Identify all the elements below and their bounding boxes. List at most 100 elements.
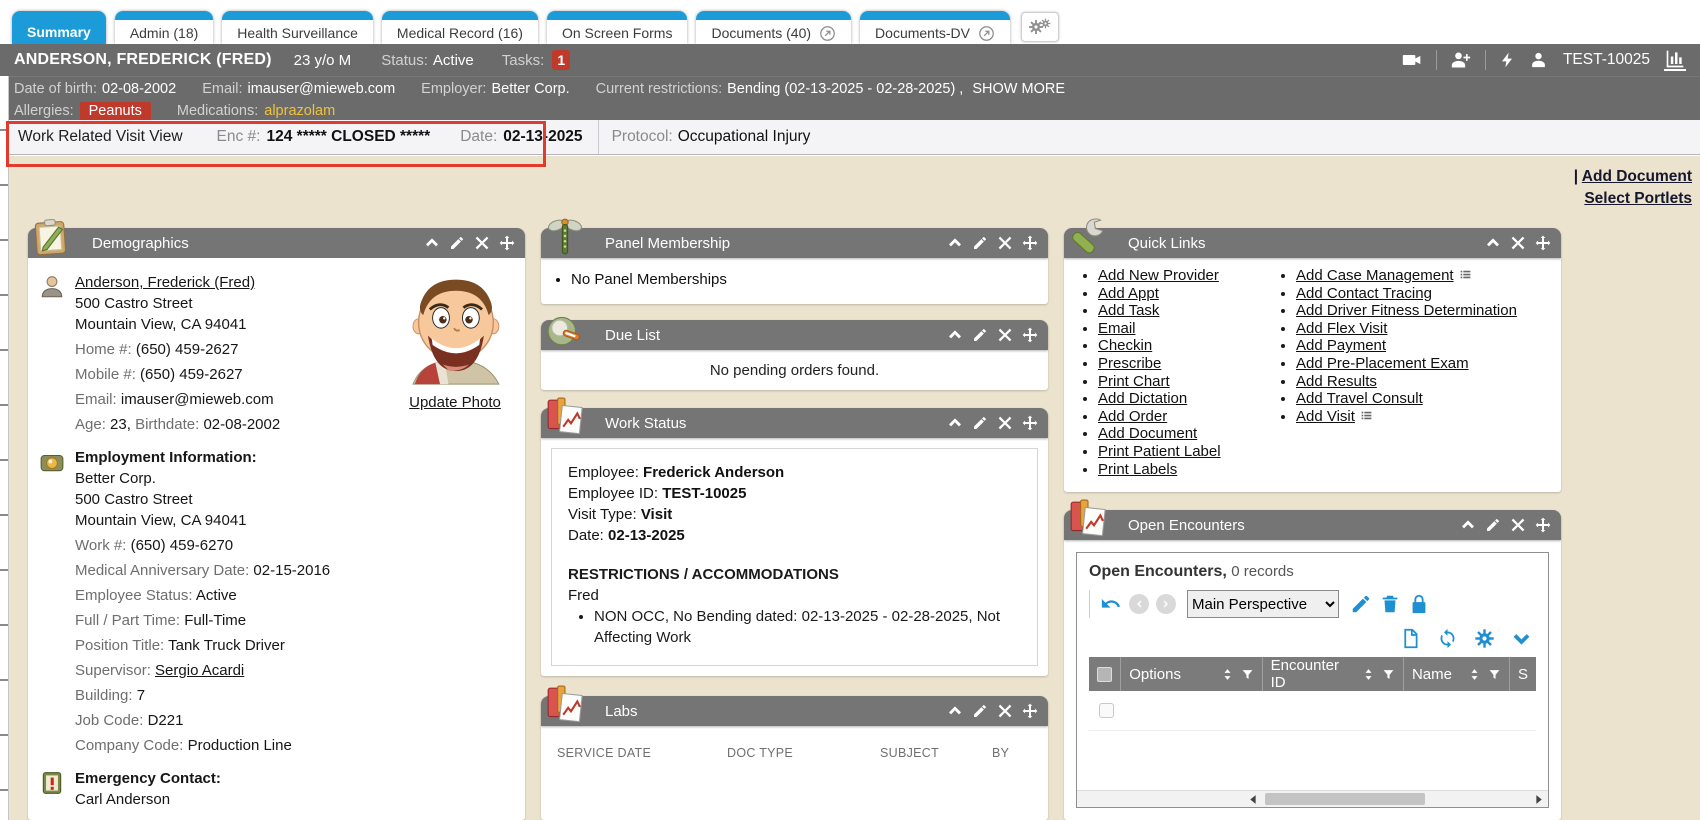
edit-pencil-icon[interactable] xyxy=(972,235,988,251)
add-appt-link[interactable]: Add Appt xyxy=(1098,285,1159,302)
undo-icon[interactable] xyxy=(1100,593,1122,615)
move-icon[interactable] xyxy=(499,235,515,251)
edit-pencil-icon[interactable] xyxy=(1485,517,1501,533)
add-contact-tracing-link[interactable]: Add Contact Tracing xyxy=(1296,285,1432,302)
close-icon[interactable] xyxy=(1510,235,1526,251)
close-icon[interactable] xyxy=(997,327,1013,343)
edit-pencil-icon[interactable] xyxy=(972,415,988,431)
labs-col-service-date[interactable]: SERVICE DATE xyxy=(557,746,727,760)
add-document-link[interactable]: Add Document xyxy=(1582,168,1692,185)
allergy-badge[interactable]: Peanuts xyxy=(80,102,151,121)
labs-col-subject[interactable]: SUBJECT xyxy=(880,746,992,760)
tab-summary[interactable]: Summary xyxy=(12,11,106,44)
edit-pencil-icon[interactable] xyxy=(972,327,988,343)
chevron-down-icon[interactable] xyxy=(1511,628,1532,649)
next-perspective-button[interactable] xyxy=(1156,594,1176,614)
demographics-header[interactable]: Demographics xyxy=(28,228,525,258)
tab-medical-record[interactable]: Medical Record (16) xyxy=(382,11,538,44)
work-status-header[interactable]: Work Status xyxy=(541,408,1048,438)
list-icon[interactable] xyxy=(1458,268,1473,281)
patient-name-link[interactable]: Anderson, Frederick (Fred) xyxy=(75,274,255,291)
panel-membership-header[interactable]: Panel Membership xyxy=(541,228,1048,258)
close-icon[interactable] xyxy=(1510,517,1526,533)
collapse-chevron-icon[interactable] xyxy=(947,327,963,343)
video-camera-icon[interactable] xyxy=(1402,50,1422,70)
select-portlets-link[interactable]: Select Portlets xyxy=(1584,190,1692,207)
tab-health-surveillance[interactable]: Health Surveillance xyxy=(222,11,373,44)
add-pre-placement-exam-link[interactable]: Add Pre-Placement Exam xyxy=(1296,355,1469,372)
close-icon[interactable] xyxy=(997,235,1013,251)
add-task-link[interactable]: Add Task xyxy=(1098,302,1159,319)
row-checkbox[interactable] xyxy=(1099,703,1114,718)
select-all-checkbox[interactable] xyxy=(1097,667,1112,682)
open-encounters-header[interactable]: Open Encounters xyxy=(1064,510,1561,540)
perspective-select[interactable]: Main Perspective xyxy=(1187,590,1339,618)
tab-on-screen-forms[interactable]: On Screen Forms xyxy=(547,11,687,44)
list-icon[interactable] xyxy=(1359,409,1374,422)
tabbar-settings-button[interactable] xyxy=(1021,12,1059,42)
filter-icon[interactable] xyxy=(1488,668,1501,681)
edit-pencil-icon[interactable] xyxy=(1350,593,1372,615)
move-icon[interactable] xyxy=(1535,235,1551,251)
column-header-cut[interactable]: S xyxy=(1510,657,1536,691)
refresh-icon[interactable] xyxy=(1437,628,1458,649)
collapse-chevron-icon[interactable] xyxy=(947,235,963,251)
labs-col-doc-type[interactable]: DOC TYPE xyxy=(727,746,880,760)
scroll-right-arrow[interactable] xyxy=(1532,793,1545,806)
move-icon[interactable] xyxy=(1022,703,1038,719)
add-travel-consult-link[interactable]: Add Travel Consult xyxy=(1296,390,1423,407)
lightning-bolt-icon[interactable] xyxy=(1500,50,1516,70)
tab-documents-dv[interactable]: Documents-DV xyxy=(860,11,1010,44)
close-icon[interactable] xyxy=(474,235,490,251)
user-id[interactable]: TEST-10025 xyxy=(1563,51,1650,69)
add-case-management-link[interactable]: Add Case Management xyxy=(1296,267,1454,284)
popout-icon[interactable] xyxy=(978,25,995,42)
add-new-provider-link[interactable]: Add New Provider xyxy=(1098,267,1219,284)
filter-icon[interactable] xyxy=(1382,668,1395,681)
close-icon[interactable] xyxy=(997,703,1013,719)
column-header-name[interactable]: Name xyxy=(1404,657,1510,691)
add-flex-visit-link[interactable]: Add Flex Visit xyxy=(1296,320,1387,337)
add-document-quick-link[interactable]: Add Document xyxy=(1098,425,1197,442)
tasks-badge[interactable]: 1 xyxy=(552,50,570,70)
add-order-link[interactable]: Add Order xyxy=(1098,408,1167,425)
email-link[interactable]: Email xyxy=(1098,320,1136,337)
supervisor-link[interactable]: Sergio Acardi xyxy=(155,662,244,679)
update-photo-link[interactable]: Update Photo xyxy=(409,394,501,411)
close-icon[interactable] xyxy=(997,415,1013,431)
collapse-chevron-icon[interactable] xyxy=(424,235,440,251)
add-results-link[interactable]: Add Results xyxy=(1296,373,1377,390)
move-icon[interactable] xyxy=(1535,517,1551,533)
trash-icon[interactable] xyxy=(1379,593,1401,615)
add-visit-link[interactable]: Add Visit xyxy=(1296,408,1355,425)
checkin-link[interactable]: Checkin xyxy=(1098,337,1152,354)
sort-icon[interactable] xyxy=(1362,668,1375,681)
person-add-icon[interactable] xyxy=(1451,50,1471,70)
sort-icon[interactable] xyxy=(1468,668,1481,681)
person-icon[interactable] xyxy=(1530,50,1547,70)
add-driver-fitness-link[interactable]: Add Driver Fitness Determination xyxy=(1296,302,1517,319)
move-icon[interactable] xyxy=(1022,415,1038,431)
column-header-encounter-id[interactable]: Encounter ID xyxy=(1263,657,1404,691)
quick-links-header[interactable]: Quick Links xyxy=(1064,228,1561,258)
column-header-options[interactable]: Options xyxy=(1121,657,1262,691)
sort-icon[interactable] xyxy=(1221,668,1234,681)
add-dictation-link[interactable]: Add Dictation xyxy=(1098,390,1187,407)
edit-pencil-icon[interactable] xyxy=(972,703,988,719)
filter-icon[interactable] xyxy=(1241,668,1254,681)
new-document-icon[interactable] xyxy=(1400,628,1421,649)
print-chart-link[interactable]: Print Chart xyxy=(1098,373,1170,390)
scroll-left-arrow[interactable] xyxy=(1247,793,1260,806)
bar-chart-icon[interactable] xyxy=(1664,49,1686,71)
show-more-link[interactable]: SHOW MORE xyxy=(972,81,1065,97)
scrollbar-thumb[interactable] xyxy=(1265,793,1425,805)
prescribe-link[interactable]: Prescribe xyxy=(1098,355,1161,372)
tab-documents[interactable]: Documents (40) xyxy=(696,11,851,44)
edit-pencil-icon[interactable] xyxy=(449,235,465,251)
collapse-chevron-icon[interactable] xyxy=(1460,517,1476,533)
move-icon[interactable] xyxy=(1022,235,1038,251)
print-patient-label-link[interactable]: Print Patient Label xyxy=(1098,443,1221,460)
print-labels-link[interactable]: Print Labels xyxy=(1098,461,1177,478)
labs-col-by[interactable]: BY xyxy=(992,746,1009,760)
labs-header[interactable]: Labs xyxy=(541,696,1048,726)
